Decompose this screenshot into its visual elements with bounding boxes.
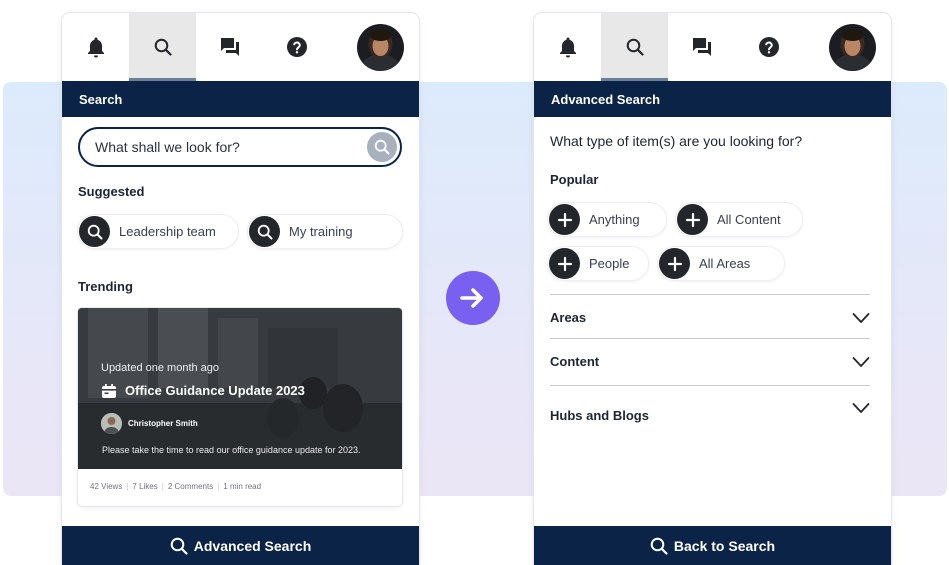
- comments-count: 2 Comments: [167, 482, 214, 491]
- search-tab[interactable]: [601, 13, 668, 81]
- accordion-label: Areas: [550, 310, 587, 325]
- arrow-right-icon: [460, 288, 483, 308]
- advanced-search-label: Advanced Search: [193, 537, 312, 554]
- help-icon: [758, 37, 779, 57]
- search-icon: [170, 537, 188, 555]
- popular-chip-all-areas[interactable]: All Areas: [658, 247, 784, 280]
- notifications-tab[interactable]: [534, 13, 601, 81]
- plus-icon: [659, 248, 690, 279]
- messages-tab[interactable]: [196, 13, 263, 81]
- suggested-label: Suggested: [78, 184, 145, 199]
- card-image: Updated one month ago Office Guidance Up…: [78, 308, 402, 469]
- author-name: Christopher Smith: [128, 419, 198, 428]
- chat-icon: [692, 38, 711, 56]
- likes-count: 7 Likes: [132, 482, 158, 491]
- search-screen: Search What shall we look for? Suggested…: [62, 13, 419, 565]
- trending-card[interactable]: Updated one month ago Office Guidance Up…: [78, 308, 402, 506]
- notifications-tab[interactable]: [62, 13, 129, 81]
- user-avatar[interactable]: [829, 24, 876, 71]
- accordion-label: Content: [550, 354, 600, 369]
- search-tab[interactable]: [129, 13, 196, 81]
- plus-icon: [549, 248, 580, 279]
- messages-tab[interactable]: [668, 13, 735, 81]
- plus-icon: [677, 204, 708, 235]
- chevron-down-icon: [852, 403, 870, 413]
- chat-icon: [220, 38, 239, 56]
- help-tab[interactable]: [263, 13, 330, 81]
- help-tab[interactable]: [735, 13, 802, 81]
- top-nav-bar: [534, 13, 891, 81]
- top-nav-bar: [62, 13, 419, 81]
- chevron-down-icon: [852, 356, 870, 367]
- search-icon: [154, 38, 172, 56]
- suggested-chip-training[interactable]: My training: [248, 215, 402, 248]
- search-icon: [626, 38, 644, 56]
- chip-label: My training: [289, 224, 353, 239]
- item-type-question: What type of item(s) are you looking for…: [550, 133, 803, 149]
- chevron-down-icon: [852, 312, 870, 323]
- chip-label: Anything: [589, 212, 640, 227]
- bell-icon: [559, 37, 576, 58]
- trending-label: Trending: [78, 279, 133, 294]
- calendar-icon: [102, 384, 116, 398]
- read-time: 1 min read: [223, 482, 262, 491]
- popular-label: Popular: [550, 172, 599, 187]
- next-step-button[interactable]: [446, 271, 500, 325]
- accordion-hubs-blogs[interactable]: Hubs and Blogs: [550, 385, 870, 431]
- back-to-search-button[interactable]: Back to Search: [534, 526, 891, 565]
- search-icon: [650, 537, 668, 555]
- advanced-search-screen: Advanced Search What type of item(s) are…: [534, 13, 891, 565]
- accordion-areas[interactable]: Areas: [550, 294, 870, 340]
- views-count: 42 Views: [90, 482, 123, 491]
- plus-icon: [549, 204, 580, 235]
- popular-chip-all-content[interactable]: All Content: [676, 203, 802, 236]
- accordion-label: Hubs and Blogs: [550, 408, 649, 423]
- bell-icon: [87, 37, 104, 58]
- card-description: Please take the time to read our office …: [102, 445, 361, 455]
- search-submit-button[interactable]: [367, 132, 397, 162]
- search-placeholder: What shall we look for?: [95, 139, 240, 155]
- section-header: Search: [62, 81, 419, 117]
- search-icon: [79, 216, 110, 247]
- user-avatar[interactable]: [357, 24, 404, 71]
- search-input[interactable]: What shall we look for?: [78, 127, 402, 167]
- card-title: Office Guidance Update 2023: [125, 383, 305, 398]
- chip-label: Leadership team: [119, 224, 216, 239]
- chip-label: People: [589, 256, 630, 271]
- accordion-content[interactable]: Content: [550, 338, 870, 384]
- popular-chip-people[interactable]: People: [548, 247, 648, 280]
- popular-chip-anything[interactable]: Anything: [548, 203, 666, 236]
- back-to-search-label: Back to Search: [673, 537, 776, 554]
- section-header: Advanced Search: [534, 81, 891, 117]
- search-icon: [374, 139, 390, 155]
- chip-label: All Areas: [699, 256, 751, 271]
- help-icon: [286, 37, 307, 57]
- chip-label: All Content: [717, 212, 781, 227]
- author-avatar: [101, 413, 122, 434]
- card-updated: Updated one month ago: [101, 362, 220, 374]
- advanced-search-button[interactable]: Advanced Search: [62, 526, 419, 565]
- card-meta: 42 Views | 7 Likes | 2 Comments | 1 min …: [90, 482, 262, 491]
- suggested-chip-leadership[interactable]: Leadership team: [78, 215, 238, 248]
- search-icon: [249, 216, 280, 247]
